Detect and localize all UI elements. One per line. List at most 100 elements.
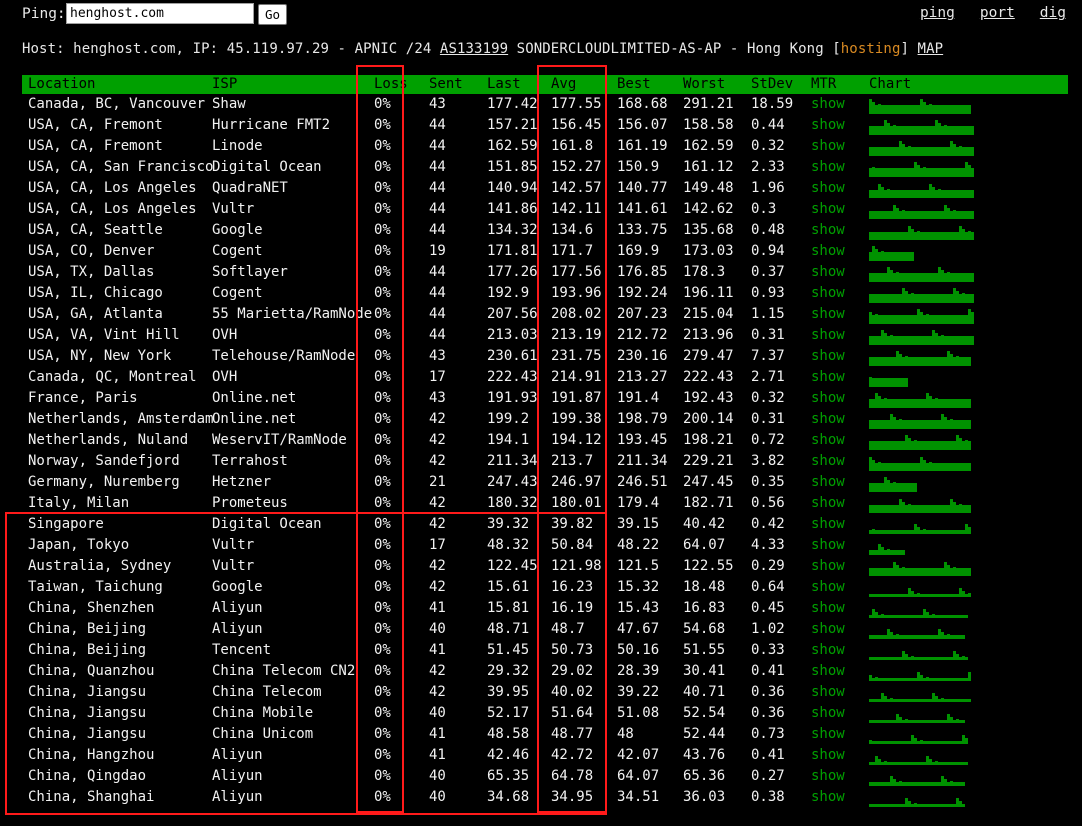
row-isp: Telehouse/RamNode — [212, 348, 356, 364]
mtr-show-link[interactable]: show — [811, 474, 845, 490]
mtr-show-link[interactable]: show — [811, 96, 845, 112]
column-header-best[interactable]: Best — [617, 75, 683, 94]
row-location: Netherlands, Nuland — [28, 432, 189, 448]
column-header-stdev[interactable]: StDev — [751, 75, 811, 94]
row-isp: QuadraNET — [212, 180, 288, 196]
row-chart-cell — [869, 241, 1068, 262]
mtr-show-link[interactable]: show — [811, 768, 845, 784]
mtr-show-link[interactable]: show — [811, 495, 845, 511]
link-port[interactable]: port — [980, 5, 1015, 21]
link-ping[interactable]: ping — [920, 5, 955, 21]
row-stdev: 0.45 — [751, 600, 785, 616]
mtr-show-link[interactable]: show — [811, 747, 845, 763]
mtr-show-link[interactable]: show — [811, 390, 845, 406]
mtr-show-link[interactable]: show — [811, 789, 845, 805]
row-stdev: 0.41 — [751, 747, 785, 763]
mtr-show-link[interactable]: show — [811, 222, 845, 238]
table-row: Taiwan, Taichung Google 0% 42 15.61 16.23 15.3… — [22, 577, 1068, 598]
mtr-show-link[interactable]: show — [811, 726, 845, 742]
mtr-show-link[interactable]: show — [811, 348, 845, 364]
row-best: 161.19 — [617, 138, 668, 154]
latency-sparkline — [869, 706, 965, 723]
row-worst: 213.96 — [683, 327, 734, 343]
column-header-avg[interactable]: Avg — [551, 75, 617, 94]
row-loss: 0% — [374, 453, 391, 469]
row-best: 193.45 — [617, 432, 668, 448]
column-header-last[interactable]: Last — [487, 75, 551, 94]
row-mtr-cell: show — [811, 682, 869, 703]
host-info-line: Host: henghost.com, IP: 45.119.97.29 - A… — [22, 41, 943, 57]
mtr-show-link[interactable]: show — [811, 411, 845, 427]
mtr-show-link[interactable]: show — [811, 663, 845, 679]
column-header-isp[interactable]: ISP — [212, 75, 374, 94]
row-stdev: 0.36 — [751, 684, 785, 700]
mtr-show-link[interactable]: show — [811, 306, 845, 322]
row-sent: 44 — [429, 222, 446, 238]
column-header-chart[interactable]: Chart — [869, 75, 1068, 94]
row-last: 65.35 — [487, 768, 530, 784]
row-location: USA, IL, Chicago — [28, 285, 163, 301]
row-worst: 161.12 — [683, 159, 734, 175]
row-isp: Vultr — [212, 558, 255, 574]
mtr-show-link[interactable]: show — [811, 621, 845, 637]
column-header-sent[interactable]: Sent — [429, 75, 487, 94]
row-location: China, Beijing — [28, 642, 147, 658]
row-avg: 51.64 — [551, 705, 594, 721]
sparkline-bar — [968, 420, 971, 429]
mtr-show-link[interactable]: show — [811, 243, 845, 259]
latency-sparkline — [869, 265, 974, 282]
row-worst: 36.03 — [683, 789, 726, 805]
mtr-show-link[interactable]: show — [811, 432, 845, 448]
row-mtr-cell: show — [811, 388, 869, 409]
column-header-location[interactable]: Location — [22, 75, 212, 94]
mtr-show-link[interactable]: show — [811, 453, 845, 469]
row-avg: 142.11 — [551, 201, 602, 217]
mtr-show-link[interactable]: show — [811, 642, 845, 658]
row-avg: 134.6 — [551, 222, 594, 238]
ping-host-input[interactable] — [66, 3, 254, 24]
mtr-show-link[interactable]: show — [811, 516, 845, 532]
column-header-worst[interactable]: Worst — [683, 75, 751, 94]
sparkline-bar — [968, 399, 971, 408]
row-loss: 0% — [374, 96, 391, 112]
row-avg: 64.78 — [551, 768, 594, 784]
row-last: 213.03 — [487, 327, 538, 343]
asn-link[interactable]: AS133199 — [440, 41, 508, 57]
mtr-show-link[interactable]: show — [811, 117, 845, 133]
go-button[interactable]: Go — [258, 4, 288, 25]
row-chart-cell — [869, 388, 1068, 409]
mtr-show-link[interactable]: show — [811, 138, 845, 154]
mtr-show-link[interactable]: show — [811, 285, 845, 301]
mtr-show-link[interactable]: show — [811, 558, 845, 574]
mtr-show-link[interactable]: show — [811, 579, 845, 595]
column-header-mtr[interactable]: MTR — [811, 75, 869, 94]
link-dig[interactable]: dig — [1040, 5, 1066, 21]
map-link[interactable]: MAP — [918, 41, 944, 57]
sparkline-bar — [968, 105, 971, 114]
row-loss: 0% — [374, 285, 391, 301]
row-avg: 40.02 — [551, 684, 594, 700]
column-header-loss[interactable]: Loss — [374, 75, 429, 94]
mtr-show-link[interactable]: show — [811, 369, 845, 385]
row-sent: 41 — [429, 747, 446, 763]
mtr-show-link[interactable]: show — [811, 201, 845, 217]
mtr-show-link[interactable]: show — [811, 600, 845, 616]
row-avg: 213.19 — [551, 327, 602, 343]
mtr-show-link[interactable]: show — [811, 327, 845, 343]
row-mtr-cell: show — [811, 409, 869, 430]
mtr-show-link[interactable]: show — [811, 537, 845, 553]
mtr-show-link[interactable]: show — [811, 264, 845, 280]
row-isp: Google — [212, 222, 263, 238]
mtr-show-link[interactable]: show — [811, 684, 845, 700]
mtr-show-link[interactable]: show — [811, 159, 845, 175]
row-loss: 0% — [374, 579, 391, 595]
row-avg: 16.19 — [551, 600, 594, 616]
row-mtr-cell: show — [811, 262, 869, 283]
table-row: China, Jiangsu China Telecom 0% 42 39.95 40.0… — [22, 682, 1068, 703]
mtr-show-link[interactable]: show — [811, 180, 845, 196]
sparkline-bar — [971, 294, 974, 303]
row-sent: 40 — [429, 789, 446, 805]
sparkline-bar — [914, 483, 917, 492]
mtr-show-link[interactable]: show — [811, 705, 845, 721]
row-mtr-cell: show — [811, 619, 869, 640]
